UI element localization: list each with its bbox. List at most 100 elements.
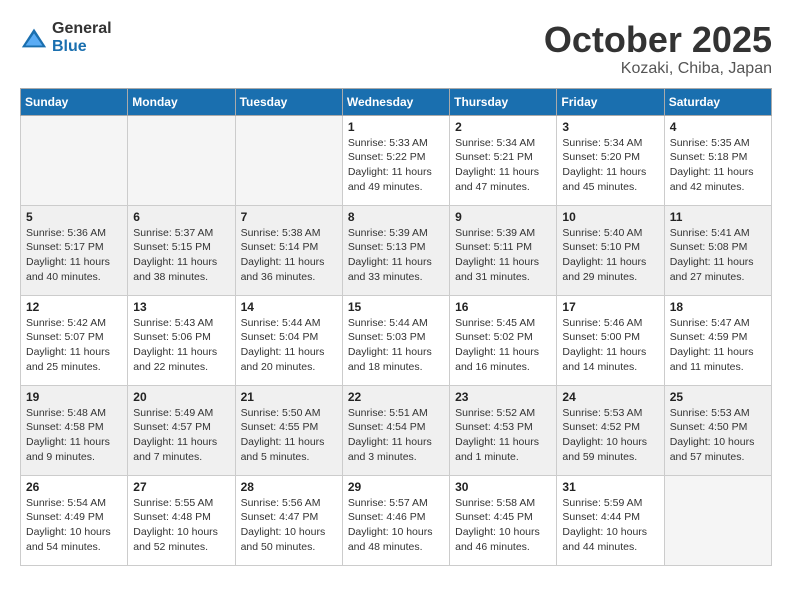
day-info: Sunrise: 5:48 AM Sunset: 4:58 PM Dayligh… (26, 406, 122, 465)
day-number: 8 (348, 210, 444, 224)
calendar-cell (128, 115, 235, 205)
day-number: 11 (670, 210, 766, 224)
weekday-header-tuesday: Tuesday (235, 88, 342, 115)
day-info: Sunrise: 5:44 AM Sunset: 5:03 PM Dayligh… (348, 316, 444, 375)
day-info: Sunrise: 5:47 AM Sunset: 4:59 PM Dayligh… (670, 316, 766, 375)
calendar-cell: 28Sunrise: 5:56 AM Sunset: 4:47 PM Dayli… (235, 475, 342, 565)
day-number: 9 (455, 210, 551, 224)
day-number: 1 (348, 120, 444, 134)
calendar-cell: 29 Sunrise: 5:57 AM Sunset: 4:46 PM Dayli… (342, 475, 449, 565)
day-number: 26 (26, 480, 122, 494)
day-info: Sunrise: 5:39 AM Sunset: 5:13 PM Dayligh… (348, 226, 444, 285)
calendar-cell: 4Sunrise: 5:35 AM Sunset: 5:18 PM Daylig… (664, 115, 771, 205)
calendar-cell: 26 Sunrise: 5:54 AM Sunset: 4:49 PM Dayli… (21, 475, 128, 565)
calendar-cell: 31 Sunrise: 5:59 AM Sunset: 4:44 PM Dayli… (557, 475, 664, 565)
calendar-cell (664, 475, 771, 565)
day-info: Sunrise: 5:58 AM Sunset: 4:45 PM Dayligh… (455, 496, 551, 555)
calendar-cell: 13 Sunrise: 5:43 AM Sunset: 5:06 PM Dayli… (128, 295, 235, 385)
calendar-cell: 16Sunrise: 5:45 AM Sunset: 5:02 PM Dayli… (450, 295, 557, 385)
calendar-cell: 24Sunrise: 5:53 AM Sunset: 4:52 PM Dayli… (557, 385, 664, 475)
day-number: 2 (455, 120, 551, 134)
day-number: 30 (455, 480, 551, 494)
calendar-week-1: 1 Sunrise: 5:33 AM Sunset: 5:22 PM Daylig… (21, 115, 772, 205)
day-number: 29 (348, 480, 444, 494)
calendar-table: SundayMondayTuesdayWednesdayThursdayFrid… (20, 88, 772, 566)
calendar-cell: 22 Sunrise: 5:51 AM Sunset: 4:54 PM Dayli… (342, 385, 449, 475)
calendar-cell: 2Sunrise: 5:34 AM Sunset: 5:21 PM Daylig… (450, 115, 557, 205)
day-info: Sunrise: 5:56 AM Sunset: 4:47 PM Dayligh… (241, 496, 337, 555)
calendar-cell: 14 Sunrise: 5:44 AM Sunset: 5:04 PM Dayli… (235, 295, 342, 385)
calendar-cell: 17Sunrise: 5:46 AM Sunset: 5:00 PM Dayli… (557, 295, 664, 385)
day-number: 17 (562, 300, 658, 314)
day-info: Sunrise: 5:39 AM Sunset: 5:11 PM Dayligh… (455, 226, 551, 285)
day-number: 27 (133, 480, 229, 494)
calendar-cell: 7Sunrise: 5:38 AM Sunset: 5:14 PM Daylig… (235, 205, 342, 295)
day-info: Sunrise: 5:57 AM Sunset: 4:46 PM Dayligh… (348, 496, 444, 555)
day-number: 14 (241, 300, 337, 314)
calendar-cell: 23Sunrise: 5:52 AM Sunset: 4:53 PM Dayli… (450, 385, 557, 475)
logo-icon (20, 24, 48, 52)
day-info: Sunrise: 5:53 AM Sunset: 4:52 PM Dayligh… (562, 406, 658, 465)
calendar-cell: 6 Sunrise: 5:37 AM Sunset: 5:15 PM Daylig… (128, 205, 235, 295)
calendar-cell: 11 Sunrise: 5:41 AM Sunset: 5:08 PM Dayli… (664, 205, 771, 295)
location-text: Kozaki, Chiba, Japan (544, 60, 772, 78)
day-info: Sunrise: 5:34 AM Sunset: 5:20 PM Dayligh… (562, 136, 658, 195)
day-number: 18 (670, 300, 766, 314)
day-number: 22 (348, 390, 444, 404)
day-info: Sunrise: 5:51 AM Sunset: 4:54 PM Dayligh… (348, 406, 444, 465)
day-number: 3 (562, 120, 658, 134)
calendar-cell: 5 Sunrise: 5:36 AM Sunset: 5:17 PM Daylig… (21, 205, 128, 295)
day-info: Sunrise: 5:33 AM Sunset: 5:22 PM Dayligh… (348, 136, 444, 195)
day-number: 6 (133, 210, 229, 224)
calendar-cell: 27 Sunrise: 5:55 AM Sunset: 4:48 PM Dayli… (128, 475, 235, 565)
day-number: 19 (26, 390, 122, 404)
day-info: Sunrise: 5:55 AM Sunset: 4:48 PM Dayligh… (133, 496, 229, 555)
logo-text: General Blue (52, 20, 112, 55)
logo-blue-text: Blue (52, 38, 112, 56)
day-info: Sunrise: 5:41 AM Sunset: 5:08 PM Dayligh… (670, 226, 766, 285)
calendar-cell (21, 115, 128, 205)
calendar-week-5: 26 Sunrise: 5:54 AM Sunset: 4:49 PM Dayli… (21, 475, 772, 565)
calendar-cell: 15Sunrise: 5:44 AM Sunset: 5:03 PM Dayli… (342, 295, 449, 385)
day-info: Sunrise: 5:52 AM Sunset: 4:53 PM Dayligh… (455, 406, 551, 465)
day-info: Sunrise: 5:43 AM Sunset: 5:06 PM Dayligh… (133, 316, 229, 375)
weekday-header-friday: Friday (557, 88, 664, 115)
title-block: October 2025 Kozaki, Chiba, Japan (544, 20, 772, 78)
calendar-cell: 18 Sunrise: 5:47 AM Sunset: 4:59 PM Dayli… (664, 295, 771, 385)
day-info: Sunrise: 5:42 AM Sunset: 5:07 PM Dayligh… (26, 316, 122, 375)
day-number: 5 (26, 210, 122, 224)
day-info: Sunrise: 5:59 AM Sunset: 4:44 PM Dayligh… (562, 496, 658, 555)
day-number: 20 (133, 390, 229, 404)
calendar-week-4: 19 Sunrise: 5:48 AM Sunset: 4:58 PM Dayli… (21, 385, 772, 475)
calendar-cell: 25 Sunrise: 5:53 AM Sunset: 4:50 PM Dayli… (664, 385, 771, 475)
day-info: Sunrise: 5:40 AM Sunset: 5:10 PM Dayligh… (562, 226, 658, 285)
day-info: Sunrise: 5:49 AM Sunset: 4:57 PM Dayligh… (133, 406, 229, 465)
day-number: 10 (562, 210, 658, 224)
day-number: 31 (562, 480, 658, 494)
calendar-cell: 21Sunrise: 5:50 AM Sunset: 4:55 PM Dayli… (235, 385, 342, 475)
calendar-cell: 10 Sunrise: 5:40 AM Sunset: 5:10 PM Dayli… (557, 205, 664, 295)
month-title: October 2025 (544, 20, 772, 60)
calendar-cell: 1 Sunrise: 5:33 AM Sunset: 5:22 PM Daylig… (342, 115, 449, 205)
calendar-header-row: SundayMondayTuesdayWednesdayThursdayFrid… (21, 88, 772, 115)
calendar-cell (235, 115, 342, 205)
calendar-cell: 8 Sunrise: 5:39 AM Sunset: 5:13 PM Daylig… (342, 205, 449, 295)
day-info: Sunrise: 5:35 AM Sunset: 5:18 PM Dayligh… (670, 136, 766, 195)
weekday-header-wednesday: Wednesday (342, 88, 449, 115)
day-number: 25 (670, 390, 766, 404)
calendar-cell: 9 Sunrise: 5:39 AM Sunset: 5:11 PM Daylig… (450, 205, 557, 295)
day-number: 13 (133, 300, 229, 314)
page-header: General Blue October 2025 Kozaki, Chiba,… (20, 20, 772, 78)
day-info: Sunrise: 5:54 AM Sunset: 4:49 PM Dayligh… (26, 496, 122, 555)
day-info: Sunrise: 5:38 AM Sunset: 5:14 PM Dayligh… (241, 226, 337, 285)
day-info: Sunrise: 5:44 AM Sunset: 5:04 PM Dayligh… (241, 316, 337, 375)
day-info: Sunrise: 5:36 AM Sunset: 5:17 PM Dayligh… (26, 226, 122, 285)
calendar-cell: 30 Sunrise: 5:58 AM Sunset: 4:45 PM Dayli… (450, 475, 557, 565)
day-info: Sunrise: 5:53 AM Sunset: 4:50 PM Dayligh… (670, 406, 766, 465)
weekday-header-monday: Monday (128, 88, 235, 115)
day-info: Sunrise: 5:37 AM Sunset: 5:15 PM Dayligh… (133, 226, 229, 285)
calendar-week-3: 12Sunrise: 5:42 AM Sunset: 5:07 PM Dayli… (21, 295, 772, 385)
weekday-header-sunday: Sunday (21, 88, 128, 115)
weekday-header-saturday: Saturday (664, 88, 771, 115)
logo: General Blue (20, 20, 112, 55)
